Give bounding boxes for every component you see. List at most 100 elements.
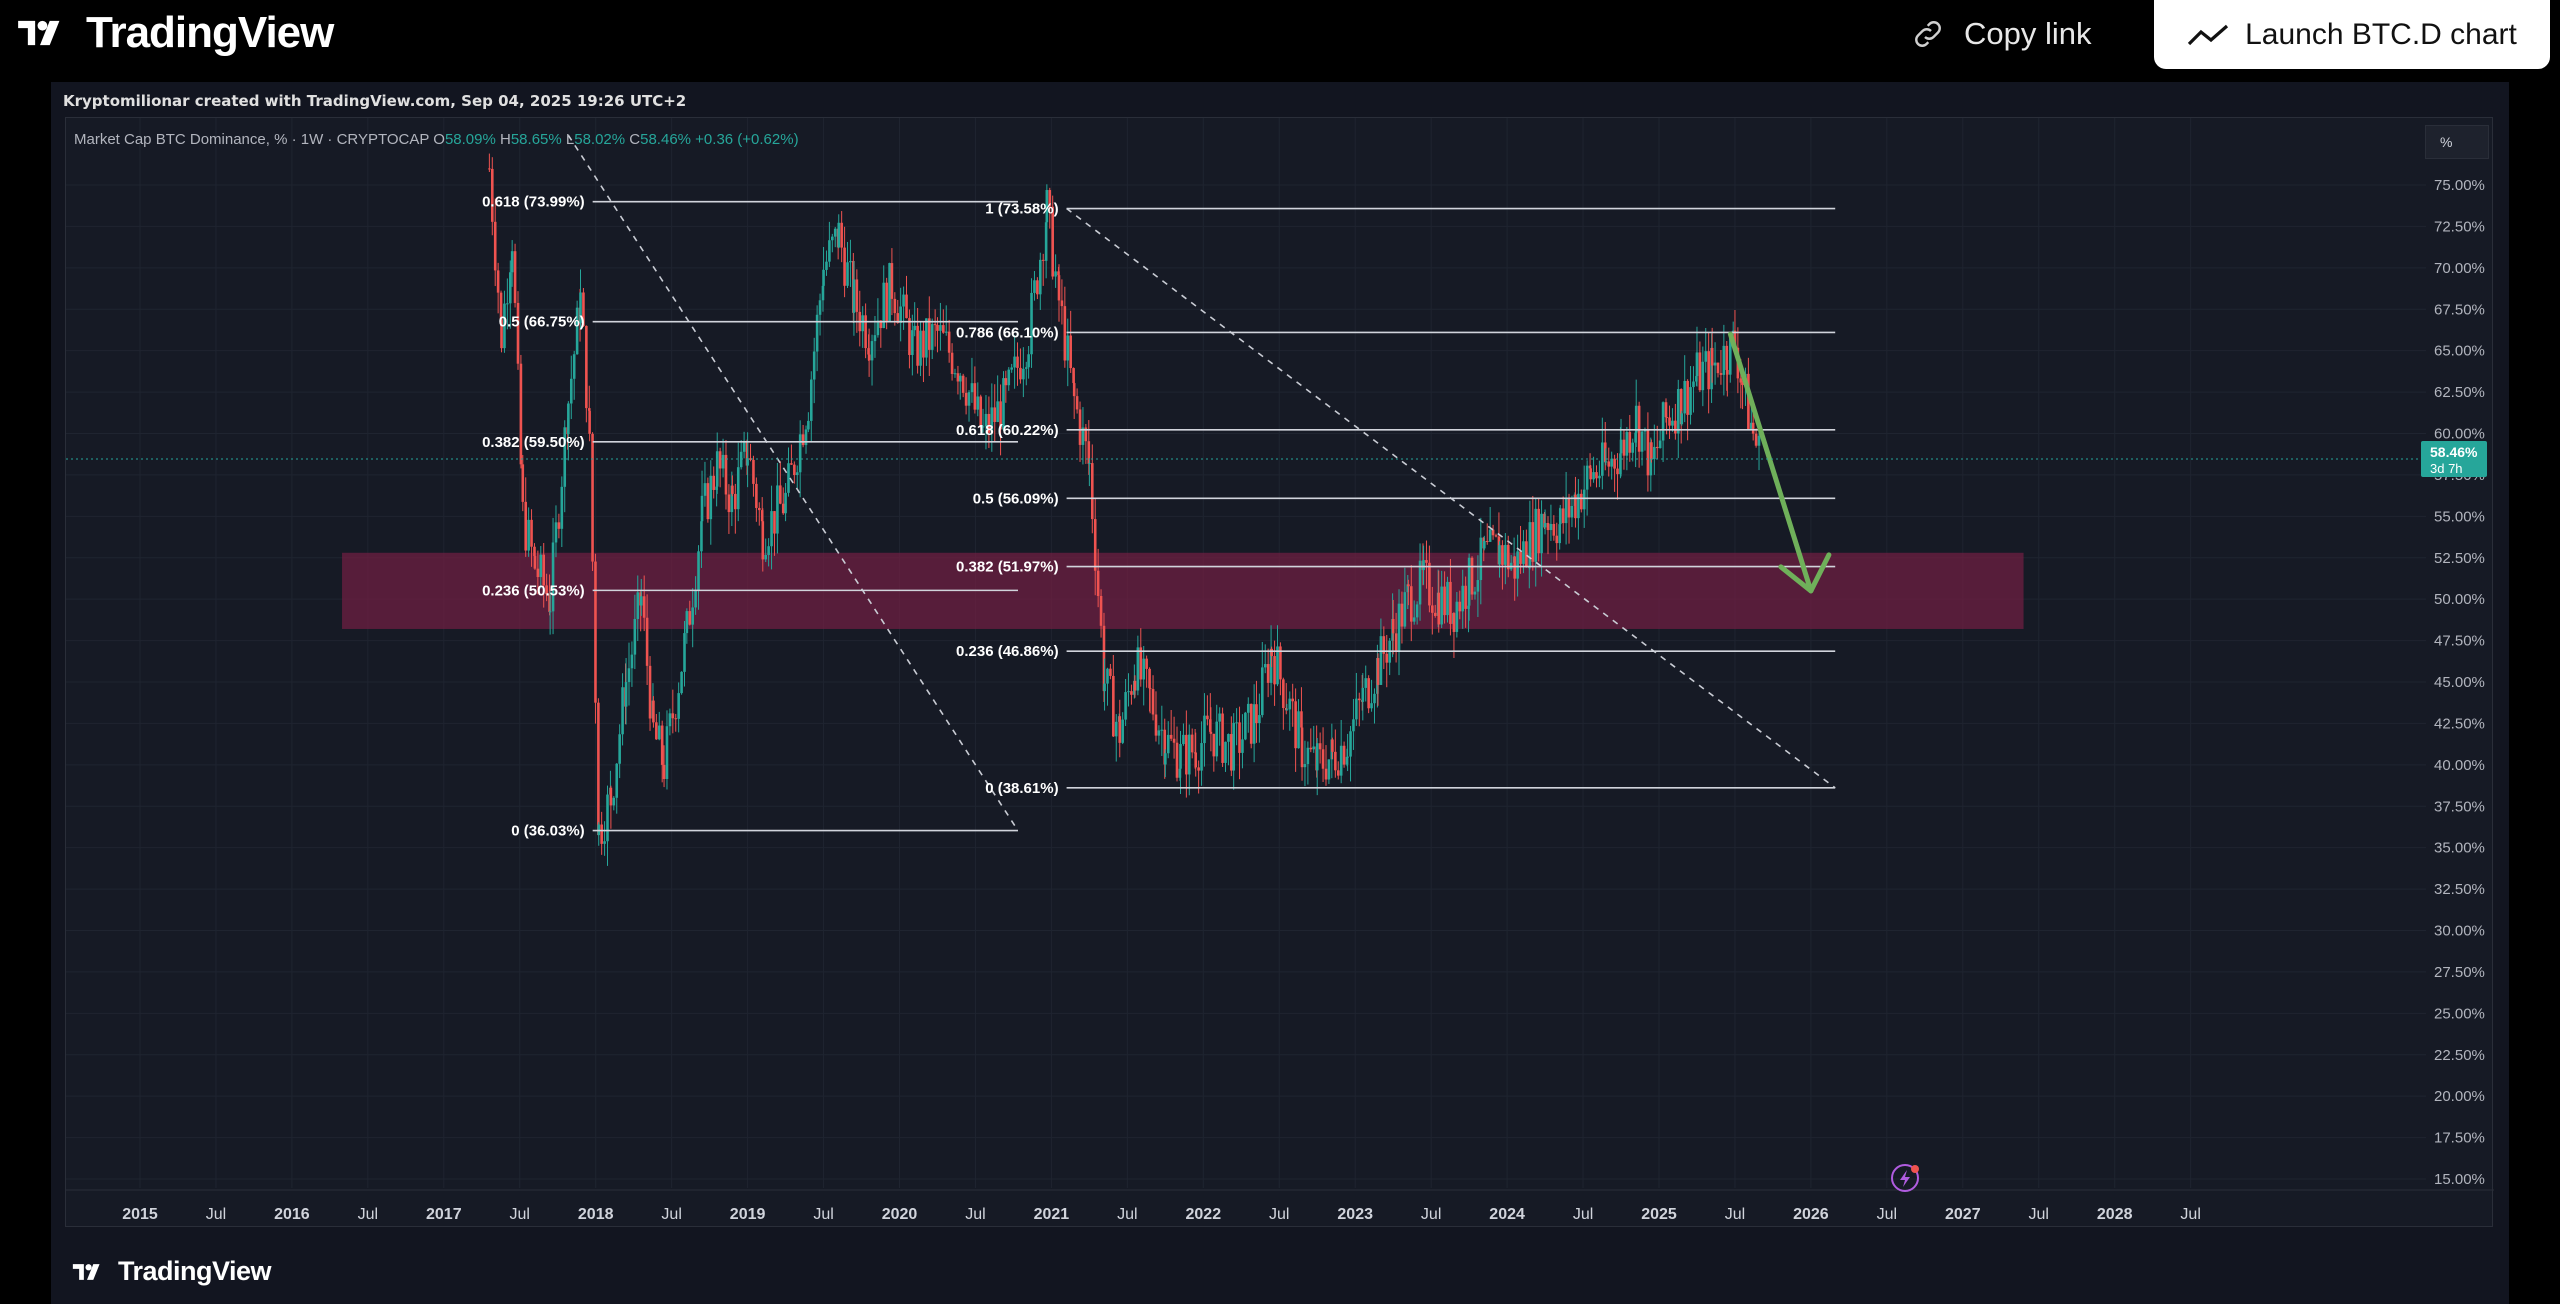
y-axis-tick-label: 70.00%	[2434, 260, 2485, 277]
candle-body	[1549, 523, 1553, 531]
candle-body	[668, 713, 672, 727]
candle-body	[1182, 734, 1185, 745]
ohlc-close: 58.46%	[640, 131, 695, 148]
candle-body	[1361, 687, 1365, 702]
candle-body	[809, 379, 813, 421]
candle-body	[1754, 433, 1758, 446]
candle-body	[1479, 537, 1483, 581]
candle-body	[712, 475, 716, 490]
candle-body	[721, 454, 725, 469]
candle-body	[1019, 367, 1022, 380]
candle-body	[1604, 461, 1608, 463]
copy-link-button[interactable]: Copy link	[1910, 12, 2092, 56]
candle-body	[1246, 703, 1250, 713]
chart-area[interactable]: 0.618 (73.99%) 0.5 (66.75%) 0.382 (59.50%)…	[65, 117, 2494, 1228]
candle-body	[1288, 698, 1292, 710]
candle-body	[1282, 679, 1285, 709]
candle-body	[539, 554, 543, 578]
candle-body	[1716, 362, 1720, 374]
btc-dominance-chart[interactable]: 0.618 (73.99%) 0.5 (66.75%) 0.382 (59.50%)…	[66, 118, 2494, 1228]
candle-body	[1637, 405, 1641, 452]
candle-body	[784, 492, 787, 514]
candle-body	[1564, 498, 1568, 524]
candle-body	[606, 794, 609, 842]
candle-body	[1206, 715, 1209, 720]
candle-body	[1367, 678, 1370, 709]
candle-body	[927, 318, 931, 350]
y-axis-tick-label: 25.00%	[2434, 1005, 2485, 1022]
candle-body	[1498, 545, 1501, 565]
candle-body	[1215, 721, 1219, 757]
price-tag-value: 58.46%	[2430, 444, 2478, 460]
candle-body	[1238, 722, 1241, 753]
lightning-icon-bolt	[1900, 1170, 1910, 1187]
candle-body	[1650, 442, 1653, 460]
candle-body	[1349, 731, 1352, 757]
candle-body	[781, 503, 785, 514]
candle-body	[1412, 617, 1416, 622]
footer-brand: TradingView	[118, 1256, 272, 1286]
candle-body	[1628, 432, 1632, 453]
candle-body	[1661, 402, 1665, 441]
ohlc-low-label: L	[566, 131, 574, 148]
candle-body	[833, 228, 837, 237]
percent-scale-button[interactable]: %	[2425, 125, 2489, 159]
launch-chart-button[interactable]: Launch BTC.D chart	[2154, 0, 2550, 69]
candle-body	[757, 507, 761, 511]
candle-body	[1004, 378, 1008, 386]
tradingview-logo-icon	[18, 20, 60, 46]
candle-body	[594, 561, 597, 703]
candle-body	[840, 222, 843, 248]
candle-body	[1686, 380, 1689, 415]
candle-body	[1400, 603, 1404, 627]
candle-body	[950, 352, 954, 374]
candle-body	[1136, 647, 1140, 691]
candle-body	[1114, 721, 1118, 737]
candle-body	[1230, 734, 1233, 771]
candle-body	[1148, 688, 1152, 690]
y-axis-tick-label: 65.00%	[2434, 343, 2485, 360]
candle-body	[1655, 446, 1659, 449]
candle-body	[1476, 580, 1480, 592]
candle-body	[709, 475, 713, 520]
ohlc-low: 58.02%	[574, 131, 629, 148]
candle-body	[677, 693, 680, 719]
candle-body	[843, 247, 846, 286]
candle-body	[1130, 691, 1133, 695]
candle-body	[508, 272, 512, 304]
candle-body	[1194, 752, 1198, 768]
candle-body	[530, 519, 533, 547]
candle-body	[861, 315, 864, 332]
candle-body	[1075, 396, 1079, 410]
candle-body	[996, 401, 999, 422]
candle-body	[837, 222, 841, 248]
candle-body	[1516, 551, 1519, 579]
candle-body	[615, 763, 619, 798]
candle-body	[727, 494, 731, 513]
candle-body	[1461, 585, 1464, 612]
candle-body	[1139, 647, 1143, 680]
fib-left-level-label: 0 (36.03%)	[511, 823, 584, 840]
candle-body	[1127, 691, 1130, 693]
candle-body	[961, 375, 965, 393]
candle-body	[1258, 715, 1261, 724]
candle-body	[1142, 658, 1146, 680]
candle-body	[1446, 581, 1449, 616]
x-axis-tick-label: 2024	[1489, 1206, 1525, 1223]
candle-body	[1646, 429, 1650, 476]
candle-body	[1013, 356, 1016, 368]
candle-body	[697, 551, 700, 591]
candle-body	[1294, 701, 1297, 749]
candle-body	[1757, 435, 1761, 446]
tradingview-logo[interactable]: TradingView	[8, 8, 334, 57]
candle-body	[1376, 658, 1380, 685]
fib-left-level-label: 0.382 (59.50%)	[482, 434, 585, 451]
candle-body	[1334, 751, 1337, 771]
x-axis-tick-label: 2023	[1337, 1206, 1373, 1223]
candle-body	[1270, 648, 1273, 657]
candle-body	[846, 262, 849, 286]
candle-body	[1118, 716, 1122, 743]
fib-left-level-label: 0.236 (50.53%)	[482, 582, 585, 599]
candle-body	[1063, 306, 1067, 361]
candle-body	[1327, 759, 1331, 780]
